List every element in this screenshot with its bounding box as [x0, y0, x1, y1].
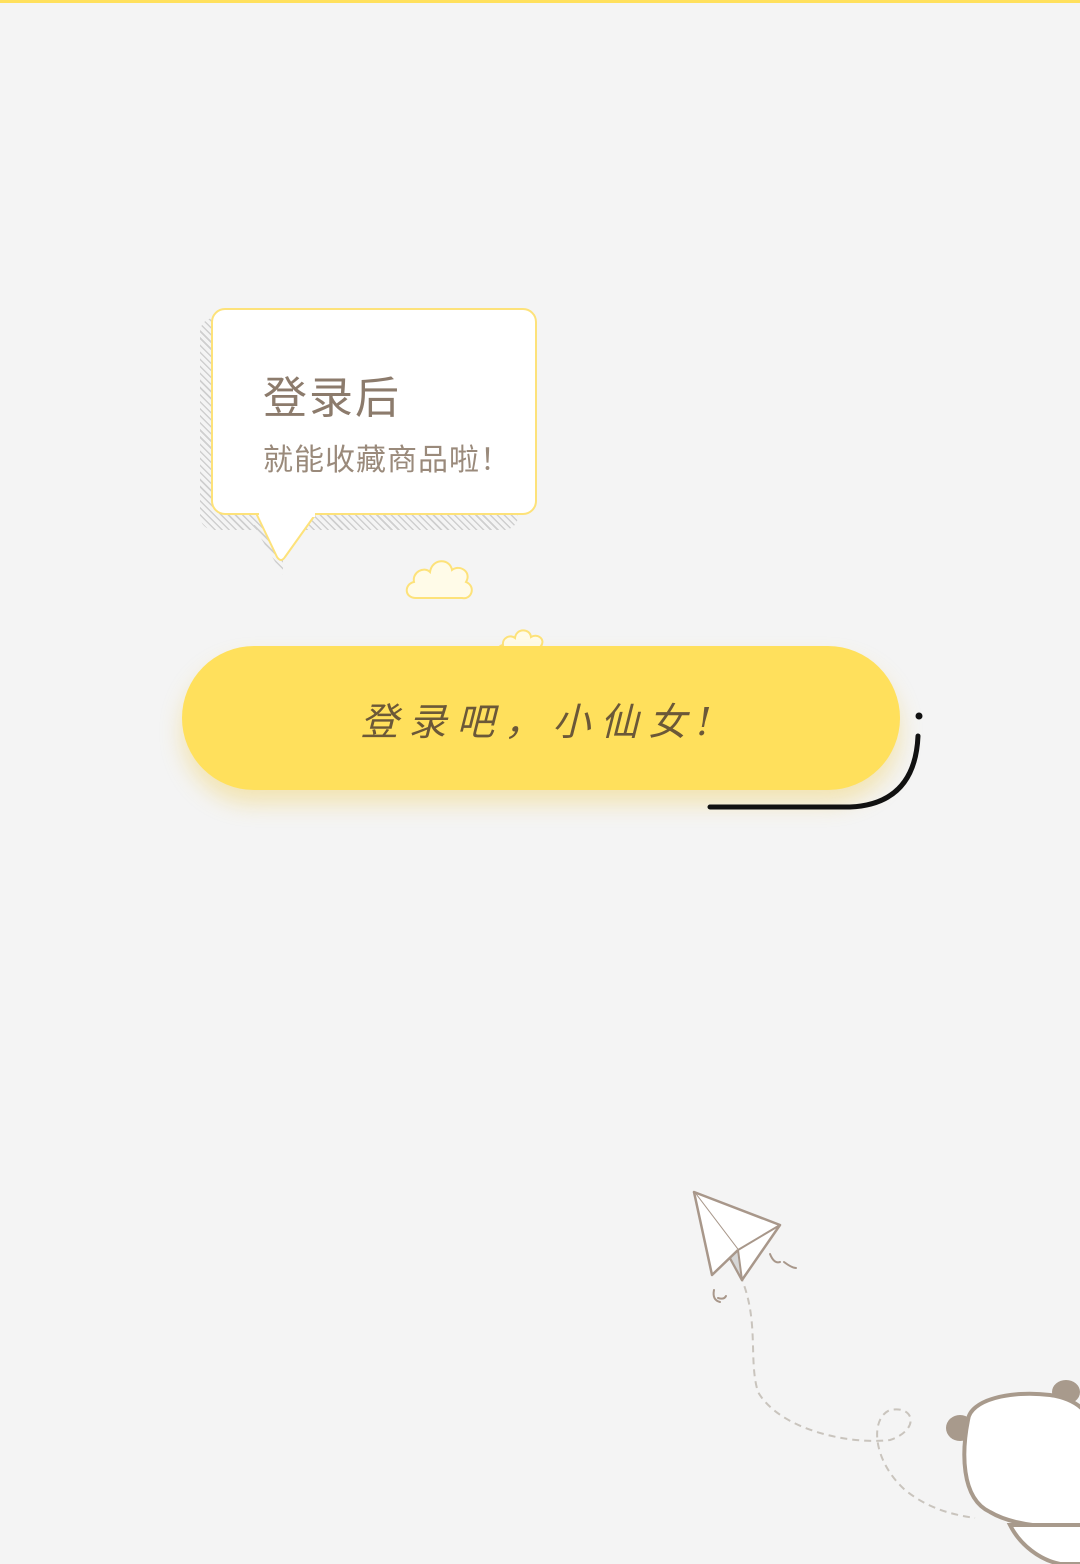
panda-icon — [946, 1380, 1080, 1564]
dashed-flight-trail — [739, 1274, 976, 1519]
paper-plane-icon — [692, 1190, 782, 1282]
paper-plane-illustration — [692, 1190, 1080, 1564]
